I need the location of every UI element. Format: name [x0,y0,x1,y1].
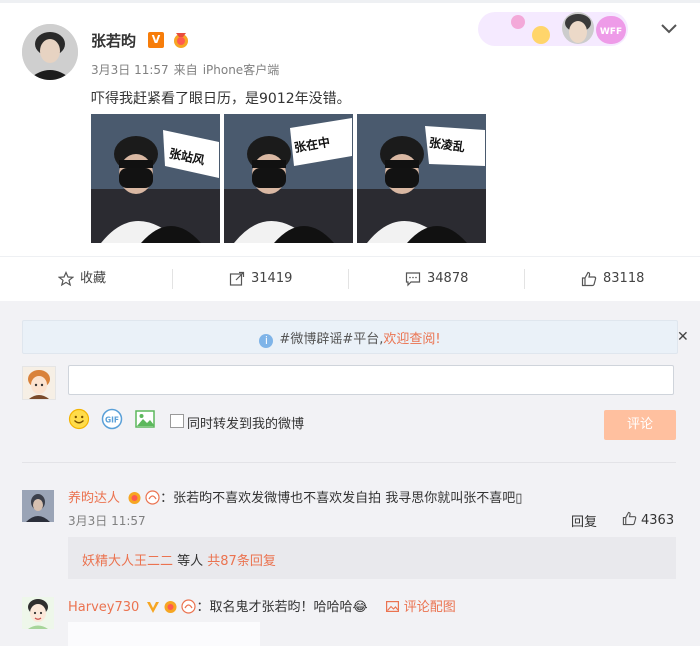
current-user-avatar [22,366,56,400]
gif-icon[interactable]: GIF [101,408,123,430]
chevron-down-icon[interactable] [660,22,678,36]
comment-input[interactable] [68,365,674,395]
info-icon: i [259,334,274,348]
comment-like-count: 4363 [641,513,675,528]
sub-reply-text: 妖精大人王二二 等人 共87条回复 [82,550,276,569]
post-image[interactable]: 张站风 [91,114,220,243]
comment-text: ：张若昀不喜欢发微博也不喜欢发自拍 我寻思你就叫张不喜吧▯ [160,491,523,506]
commenter-name[interactable]: 养昀达人 [68,491,120,506]
comment-button[interactable]: 34878 [405,257,468,301]
top-border [0,0,700,3]
source-prefix: 来自 [173,63,198,77]
image-icon [385,601,399,613]
sub-reply-count[interactable]: 共87条回复 [207,554,276,569]
comment-submit-button[interactable]: 评论 [604,410,676,440]
commenter-avatar[interactable] [22,597,54,629]
favorite-button[interactable]: 收藏 [58,257,106,301]
post-text: 吓得我赶紧看了眼日历，是9012年没错。 [91,91,351,107]
svg-text:GIF: GIF [105,416,119,425]
medal-icon [164,601,177,613]
fan-level-icon [181,599,197,614]
sub-reply-mid: 等人 [173,554,208,569]
post-meta: 3月3日 11:57 来自 iPhone客户端 [91,61,284,78]
notice-text: i #微博辟谣#平台,欢迎查阅! [23,328,677,348]
repost-count: 31419 [251,271,293,286]
repost-checkbox-label: 同时转发到我的微博 [187,417,305,432]
notice-prefix[interactable]: #微博辟谣#平台, [279,332,383,347]
comment-line: 养昀达人 ：张若昀不喜欢发微博也不喜欢发自拍 我寻思你就叫张不喜吧▯ [68,487,522,506]
medal-icon[interactable] [172,31,190,49]
like-count: 83118 [603,271,645,286]
comment-line: Harvey730 ：取名鬼才张若昀！哈哈哈😂 评论配图 [68,596,456,615]
fan-banner-decoration: WFF [478,12,628,46]
rumor-notice: i #微博辟谣#平台,欢迎查阅! ✕ [22,320,689,354]
post-action-bar: 收藏 31419 34878 83118 [0,256,700,302]
divider [172,269,173,289]
divider [22,462,676,463]
verified-v-icon[interactable]: V [148,32,164,48]
commenter-avatar[interactable] [22,490,54,522]
comment-count: 34878 [427,271,469,286]
comment-image-preview[interactable] [68,622,260,646]
image-icon[interactable] [134,408,156,430]
like-button[interactable]: 83118 [581,257,644,301]
comment-pic-link[interactable]: 评论配图 [385,600,456,615]
close-icon[interactable]: ✕ [677,329,689,345]
star-icon [58,270,74,286]
divider [524,269,525,289]
banner-text: WFF [600,27,622,37]
repost-icon [229,271,245,286]
fan-level-icon [145,490,160,505]
commenter-name[interactable]: Harvey730 [68,600,139,615]
divider [348,269,349,289]
thumbs-up-icon [622,511,637,526]
post-date[interactable]: 3月3日 11:57 [91,63,169,77]
reply-button[interactable]: 回复 [571,511,597,530]
comment-time: 3月3日 11:57 [68,514,146,528]
verified-v-icon [147,602,160,613]
thumbs-up-icon [581,271,597,286]
favorite-label: 收藏 [80,271,107,286]
sub-reply-summary[interactable]: 妖精大人王二二 等人 共87条回复 [68,537,676,579]
repost-checkbox[interactable] [170,414,184,428]
emoji-icon[interactable] [68,408,90,430]
medal-icon [128,492,141,504]
comment-like-button[interactable]: 4363 [622,511,674,528]
notice-link[interactable]: 欢迎查阅! [383,332,440,347]
author-name[interactable]: 张若昀 [91,30,136,51]
post-image[interactable]: 张在中 [224,114,353,243]
comment-text: ：取名鬼才张若昀！哈哈哈😂 [196,600,368,615]
author-avatar[interactable] [22,24,78,80]
repost-button[interactable]: 31419 [229,257,292,301]
comment-icon [405,271,421,286]
post-image[interactable]: 张凌乱 [357,114,486,243]
comment-pic-label: 评论配图 [403,600,456,615]
sub-reply-user[interactable]: 妖精大人王二二 [82,554,173,569]
post-source[interactable]: iPhone客户端 [203,63,280,77]
